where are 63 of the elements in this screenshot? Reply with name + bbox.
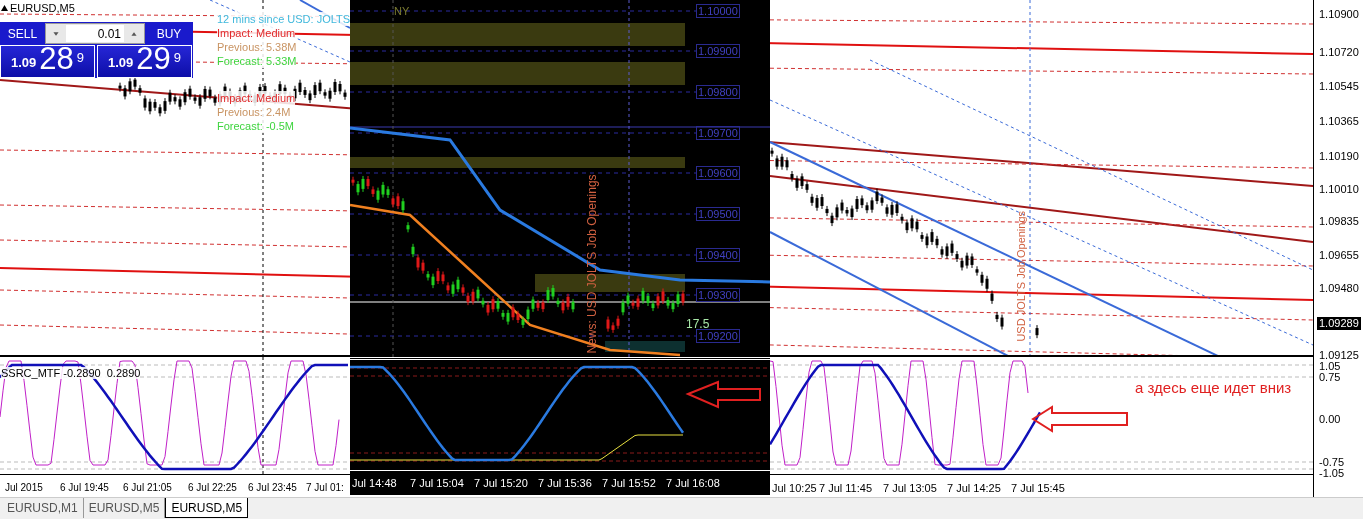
news-event-label: News: USD JOLTS Job Openings [584, 174, 600, 354]
event-label: USD JOLTS Job Openings [1013, 209, 1028, 344]
price-level-label: 1.09400 [696, 248, 740, 262]
price-label: 1.10010 [1318, 183, 1360, 196]
price-level-label: 1.09700 [696, 126, 740, 140]
price-label: 1.10365 [1318, 115, 1360, 128]
time-label: Jul 14:48 [352, 476, 397, 491]
news-text: Previous: 5.38M [217, 40, 297, 54]
price-label: 1.10190 [1318, 150, 1360, 163]
hollow-arrow-icon [685, 380, 761, 409]
time-label: 6 Jul 21:05 [123, 481, 172, 495]
price-label: 1.10545 [1318, 80, 1360, 93]
time-label: 7 Jul 13:05 [883, 481, 937, 496]
news-text: Impact: Medium [217, 26, 296, 40]
price-level-label: 1.10000 [696, 4, 740, 18]
time-label: Jul 2015 [5, 481, 43, 495]
price-level-label: 1.09900 [696, 44, 740, 58]
time-label: 6 Jul 23:45 [248, 481, 297, 495]
candle [1035, 324, 1039, 339]
time-label: 6 Jul 19:45 [60, 481, 109, 495]
price-label: 1.09835 [1318, 215, 1360, 228]
indicator-title: SSRC_MTF -0.2890 0.2890 [1, 367, 141, 379]
chart-symbol: EURUSD,M5 [10, 2, 75, 14]
chart-tab[interactable]: EURUSD,M1 [2, 498, 84, 518]
session-label: NY [394, 4, 410, 19]
price-label: 1.09125 [1318, 349, 1360, 362]
news-text: Forecast: -0.5M [217, 119, 295, 133]
news-text: Impact: Medium [217, 91, 296, 105]
time-label: 7 Jul 15:36 [538, 476, 592, 491]
price-level-label: 1.09600 [696, 166, 740, 180]
price-level-label: 1.09300 [696, 288, 740, 302]
news-text: Previous: 2.4M [217, 105, 291, 119]
indicator-axis-label: 1.05 [1319, 360, 1341, 372]
price-label: 1.09655 [1318, 249, 1360, 262]
time-label: 7 Jul 16:08 [666, 476, 720, 491]
candle [406, 221, 410, 233]
time-label: 7 Jul 15:04 [410, 476, 464, 491]
lot-field[interactable]: 0.01 [45, 23, 145, 44]
price-level-label: 1.09200 [696, 329, 740, 343]
indicator-axis-label: -1.05 [1319, 467, 1345, 479]
annotation-text: а здесь еще идет вниз [1135, 378, 1292, 398]
time-label: 7 Jul 11:45 [819, 481, 872, 496]
time-label: Jul 10:25 [772, 481, 817, 496]
price-label: 1.10720 [1318, 46, 1360, 59]
hollow-arrow-icon [1031, 405, 1128, 433]
price-label: 1.10900 [1318, 8, 1360, 21]
indicator-axis-label: 0.75 [1319, 371, 1341, 383]
price-level-label: 1.09800 [696, 85, 740, 99]
time-label: 7 Jul 15:52 [602, 476, 656, 491]
chart-tab[interactable]: EURUSD,M5 [165, 498, 249, 518]
value-label: 17.5 [686, 316, 710, 332]
indicator-axis-label: 0.00 [1319, 413, 1341, 425]
time-label: 7 Jul 15:45 [1011, 481, 1065, 496]
price-level-label: 1.09500 [696, 207, 740, 221]
price-label: 1.09289 [1317, 317, 1361, 330]
time-label: 7 Jul 01: [306, 481, 344, 495]
news-text: 12 mins since USD: JOLTS [217, 12, 351, 26]
time-label: 7 Jul 14:25 [947, 481, 1001, 496]
indicator-axis-label: -0.75 [1319, 456, 1345, 468]
time-label: 6 Jul 22:25 [188, 481, 237, 495]
news-text: Forecast: 5.33M [217, 54, 297, 68]
price-label: 1.09480 [1318, 282, 1360, 295]
time-label: 7 Jul 15:20 [474, 476, 528, 491]
